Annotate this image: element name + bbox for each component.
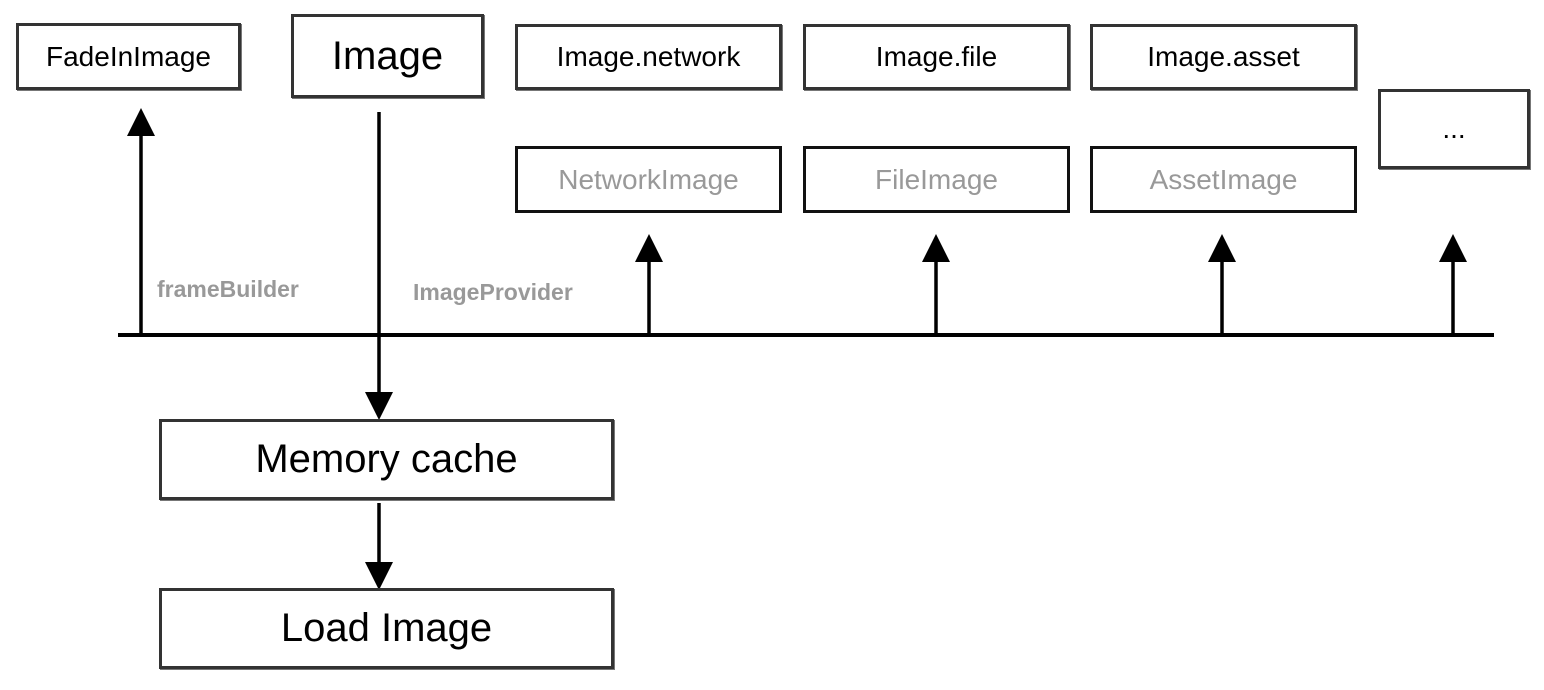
load-image-box: Load Image [159,588,614,669]
load-image-label: Load Image [280,606,493,650]
connector-lines [118,108,1494,590]
image-asset-label: Image.asset [1147,41,1300,72]
fadeinimage-label: FadeInImage [46,40,211,72]
fadeinimage-box: FadeInImage [16,23,241,90]
image-file-label: Image.file [875,41,998,72]
image-label: Image [331,33,444,78]
image-box: Image [291,14,484,98]
memory-cache-label: Memory cache [255,437,518,481]
framebuilder-label: frameBuilder [157,276,299,302]
assetimage-label: AssetImage [1149,163,1298,195]
imageprovider-label: ImageProvider [413,279,573,305]
memory-cache-box: Memory cache [159,419,614,500]
more-label: ... [1442,113,1466,144]
more-box: ... [1378,89,1530,169]
image-network-box: Image.network [515,24,782,90]
fileimage-box: FileImage [803,146,1070,213]
image-asset-box: Image.asset [1090,24,1357,90]
image-file-box: Image.file [803,24,1070,90]
assetimage-box: AssetImage [1090,146,1357,213]
fileimage-label: FileImage [875,163,998,195]
image-network-label: Image.network [556,41,741,72]
networkimage-box: NetworkImage [515,146,782,213]
networkimage-label: NetworkImage [558,163,739,195]
